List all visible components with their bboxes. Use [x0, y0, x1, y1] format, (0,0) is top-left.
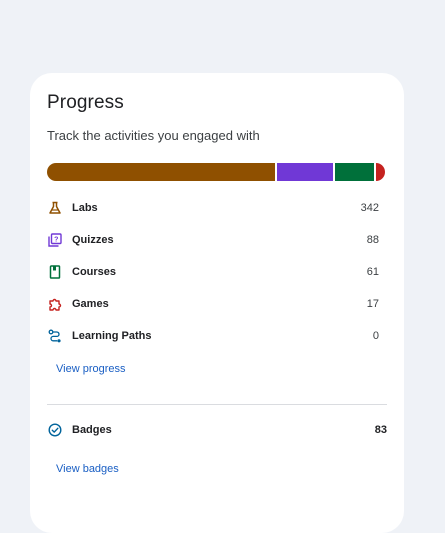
progress-card: Progress Track the activities you engage… — [30, 73, 404, 533]
puzzle-icon — [47, 296, 63, 312]
activity-count: 17 — [366, 298, 379, 310]
activity-label: Learning Paths — [72, 330, 152, 342]
book-icon — [47, 264, 63, 280]
bar-segment-quizzes — [274, 163, 334, 181]
activity-count: 0 — [372, 330, 379, 342]
card-subtitle: Track the activities you engaged with — [47, 128, 260, 143]
activity-label: Labs — [72, 202, 98, 214]
activity-row-labs: Labs 342 — [47, 198, 379, 218]
badges-row: Badges 83 — [47, 420, 387, 440]
activity-label: Courses — [72, 266, 117, 278]
svg-text:?: ? — [54, 236, 58, 243]
activity-label: Quizzes — [72, 234, 114, 246]
flask-icon — [47, 200, 63, 216]
check-circle-icon — [47, 422, 63, 438]
activity-count: 88 — [366, 234, 379, 246]
activity-row-quizzes: ? Quizzes 88 — [47, 230, 379, 250]
view-progress-link[interactable]: View progress — [56, 363, 126, 375]
quiz-icon: ? — [47, 232, 63, 248]
activity-row-courses: Courses 61 — [47, 262, 379, 282]
route-icon — [47, 328, 63, 344]
bar-segment-courses — [333, 163, 374, 181]
activity-row-learning-paths: Learning Paths 0 — [47, 326, 379, 346]
badges-label: Badges — [72, 424, 112, 436]
activity-label: Games — [72, 298, 109, 310]
bar-segment-games — [373, 163, 385, 181]
view-badges-link[interactable]: View badges — [56, 463, 119, 475]
activity-row-games: Games 17 — [47, 294, 379, 314]
card-title: Progress — [47, 92, 124, 113]
activity-count: 61 — [366, 266, 379, 278]
divider — [47, 404, 387, 405]
activity-distribution-bar — [47, 163, 385, 181]
activity-count: 342 — [360, 202, 379, 214]
bar-segment-labs — [47, 163, 275, 181]
badges-count: 83 — [374, 424, 387, 436]
